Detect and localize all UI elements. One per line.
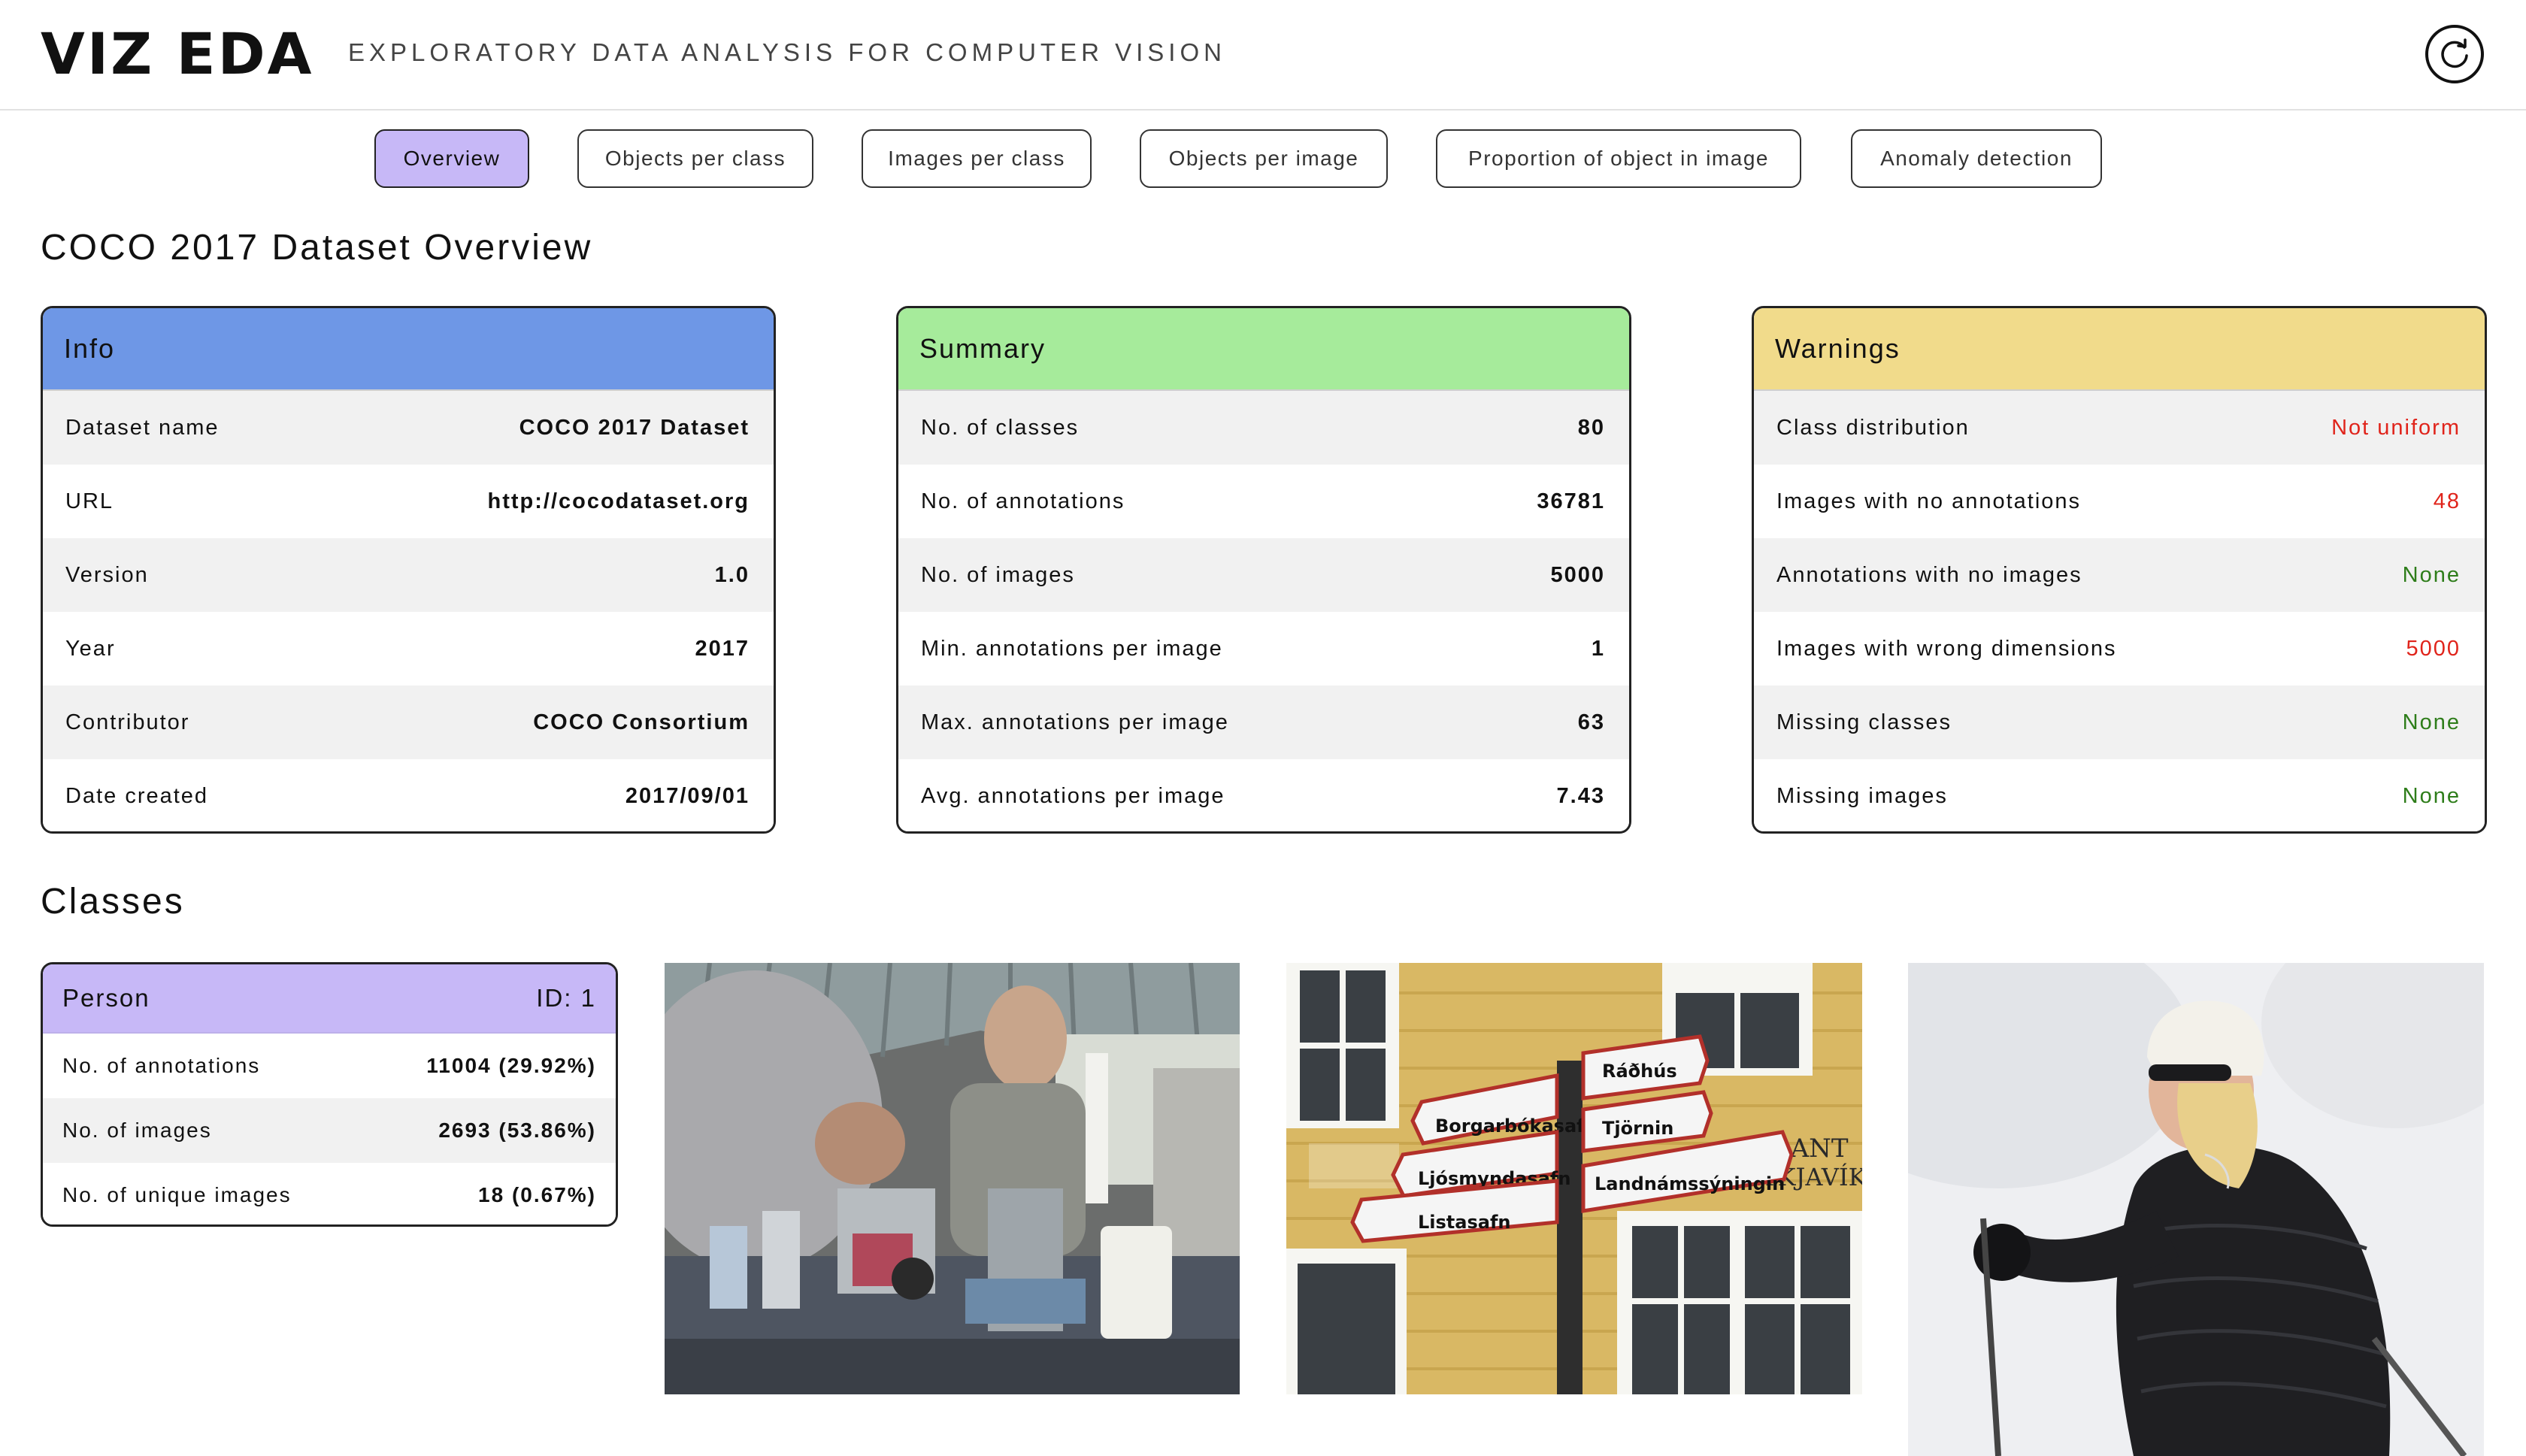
summary-row-min-annotations: Min. annotations per image 1: [898, 612, 1629, 686]
warning-row-wrong-dimensions: Images with wrong dimensions 5000: [1754, 612, 2485, 686]
tab-images-per-class[interactable]: Images per class: [862, 129, 1092, 188]
class-sample-image-3[interactable]: [1908, 963, 2484, 1456]
summary-row-annotations: No. of annotations 36781: [898, 465, 1629, 538]
sign-landnamssyningin: Landnámssýningin: [1595, 1173, 1785, 1194]
class-name: Person: [62, 984, 150, 1012]
summary-row-max-annotations: Max. annotations per image 63: [898, 686, 1629, 759]
warnings-rows: Class distribution Not uniform Images wit…: [1754, 391, 2485, 831]
info-row-dataset-name: Dataset name COCO 2017 Dataset: [43, 391, 774, 465]
tab-proportion-of-object-in-image[interactable]: Proportion of object in image: [1436, 129, 1801, 188]
warning-row-class-distribution: Class distribution Not uniform: [1754, 391, 2485, 465]
summary-card-header: Summary: [898, 308, 1629, 391]
warning-row-missing-images: Missing images None: [1754, 759, 2485, 831]
warning-row-missing-classes: Missing classes None: [1754, 686, 2485, 759]
sign-tjornin: Tjörnin: [1602, 1118, 1673, 1139]
warnings-card-header: Warnings: [1754, 308, 2485, 391]
class-sample-image-2[interactable]: RANT REYKJAVÍK Ráðhús Borgarbókasafn Tjö…: [1286, 963, 1862, 1394]
class-row-unique-images: No. of unique images 18 (0.67%): [43, 1163, 616, 1224]
class-sample-image-1[interactable]: [665, 963, 1240, 1394]
summary-row-classes: No. of classes 80: [898, 391, 1629, 465]
refresh-button[interactable]: [2425, 25, 2484, 83]
tab-objects-per-image[interactable]: Objects per image: [1140, 129, 1388, 188]
warnings-card: Warnings Class distribution Not uniform I…: [1752, 306, 2487, 834]
class-card-header: Person ID: 1: [43, 964, 616, 1034]
class-rows: No. of annotations 11004 (29.92%) No. of …: [43, 1034, 616, 1224]
info-row-date-created: Date created 2017/09/01: [43, 759, 774, 831]
overview-title: COCO 2017 Dataset Overview: [41, 228, 593, 268]
info-card: Info Dataset name COCO 2017 Dataset URL ht…: [41, 306, 776, 834]
sign-borgarbokasafn: Borgarbókasafn: [1435, 1115, 1598, 1137]
app-logo: VIZ EDA: [41, 20, 314, 87]
tab-bar: Overview Objects per class Images per cl…: [0, 129, 2526, 189]
warning-row-no-images: Annotations with no images None: [1754, 538, 2485, 612]
summary-rows: No. of classes 80 No. of annotations 36781…: [898, 391, 1629, 831]
refresh-icon: [2441, 38, 2468, 68]
summary-card: Summary No. of classes 80 No. of annotati…: [896, 306, 1631, 834]
tab-overview[interactable]: Overview: [374, 129, 529, 188]
info-row-contributor: Contributor COCO Consortium: [43, 686, 774, 759]
app-header: VIZ EDA EXPLORATORY DATA ANALYSIS FOR CO…: [0, 0, 2526, 110]
tab-objects-per-class[interactable]: Objects per class: [577, 129, 813, 188]
info-row-year: Year 2017: [43, 612, 774, 686]
class-card-person[interactable]: Person ID: 1 No. of annotations 11004 (29…: [41, 962, 618, 1227]
info-card-header: Info: [43, 308, 774, 391]
class-id: ID: 1: [536, 984, 596, 1012]
info-row-version: Version 1.0: [43, 538, 774, 612]
sign-listasafn: Listasafn: [1418, 1212, 1510, 1233]
class-row-annotations: No. of annotations 11004 (29.92%): [43, 1034, 616, 1098]
info-row-url: URL http://cocodataset.org: [43, 465, 774, 538]
sign-radhus: Ráðhús: [1602, 1061, 1677, 1082]
summary-row-avg-annotations: Avg. annotations per image 7.43: [898, 759, 1629, 831]
app-subtitle: EXPLORATORY DATA ANALYSIS FOR COMPUTER V…: [348, 38, 1226, 66]
summary-row-images: No. of images 5000: [898, 538, 1629, 612]
warning-row-no-annotations: Images with no annotations 48: [1754, 465, 2485, 538]
class-row-images: No. of images 2693 (53.86%): [43, 1098, 616, 1163]
info-rows: Dataset name COCO 2017 Dataset URL http://…: [43, 391, 774, 831]
tab-anomaly-detection[interactable]: Anomaly detection: [1851, 129, 2102, 188]
classes-title: Classes: [41, 882, 185, 922]
